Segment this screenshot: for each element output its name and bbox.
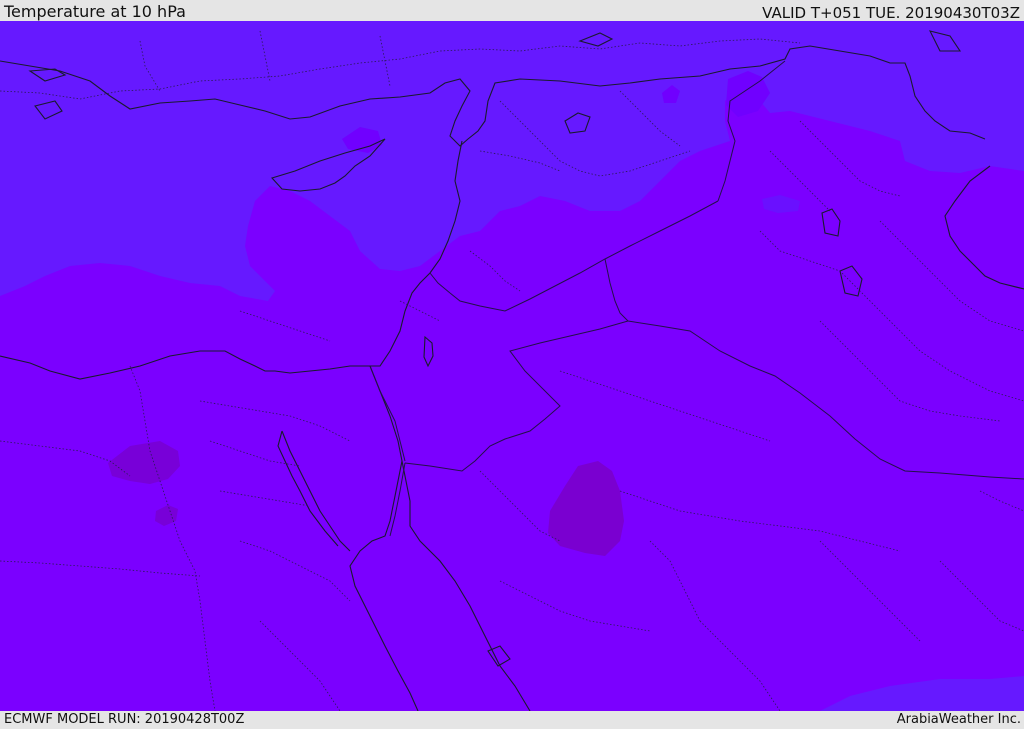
footer-bar: ECMWF MODEL RUN: 20190428T00Z ArabiaWeat… <box>0 711 1024 729</box>
credit-text: ArabiaWeather Inc. <box>896 712 1021 727</box>
valid-time: VALID T+051 TUE. 20190430T03Z <box>762 4 1020 22</box>
header-bar: Temperature at 10 hPa VALID T+051 TUE. 2… <box>0 0 1024 22</box>
weather-map <box>0 21 1024 711</box>
map-title: Temperature at 10 hPa <box>4 2 186 21</box>
model-run: ECMWF MODEL RUN: 20190428T00Z <box>4 712 245 727</box>
